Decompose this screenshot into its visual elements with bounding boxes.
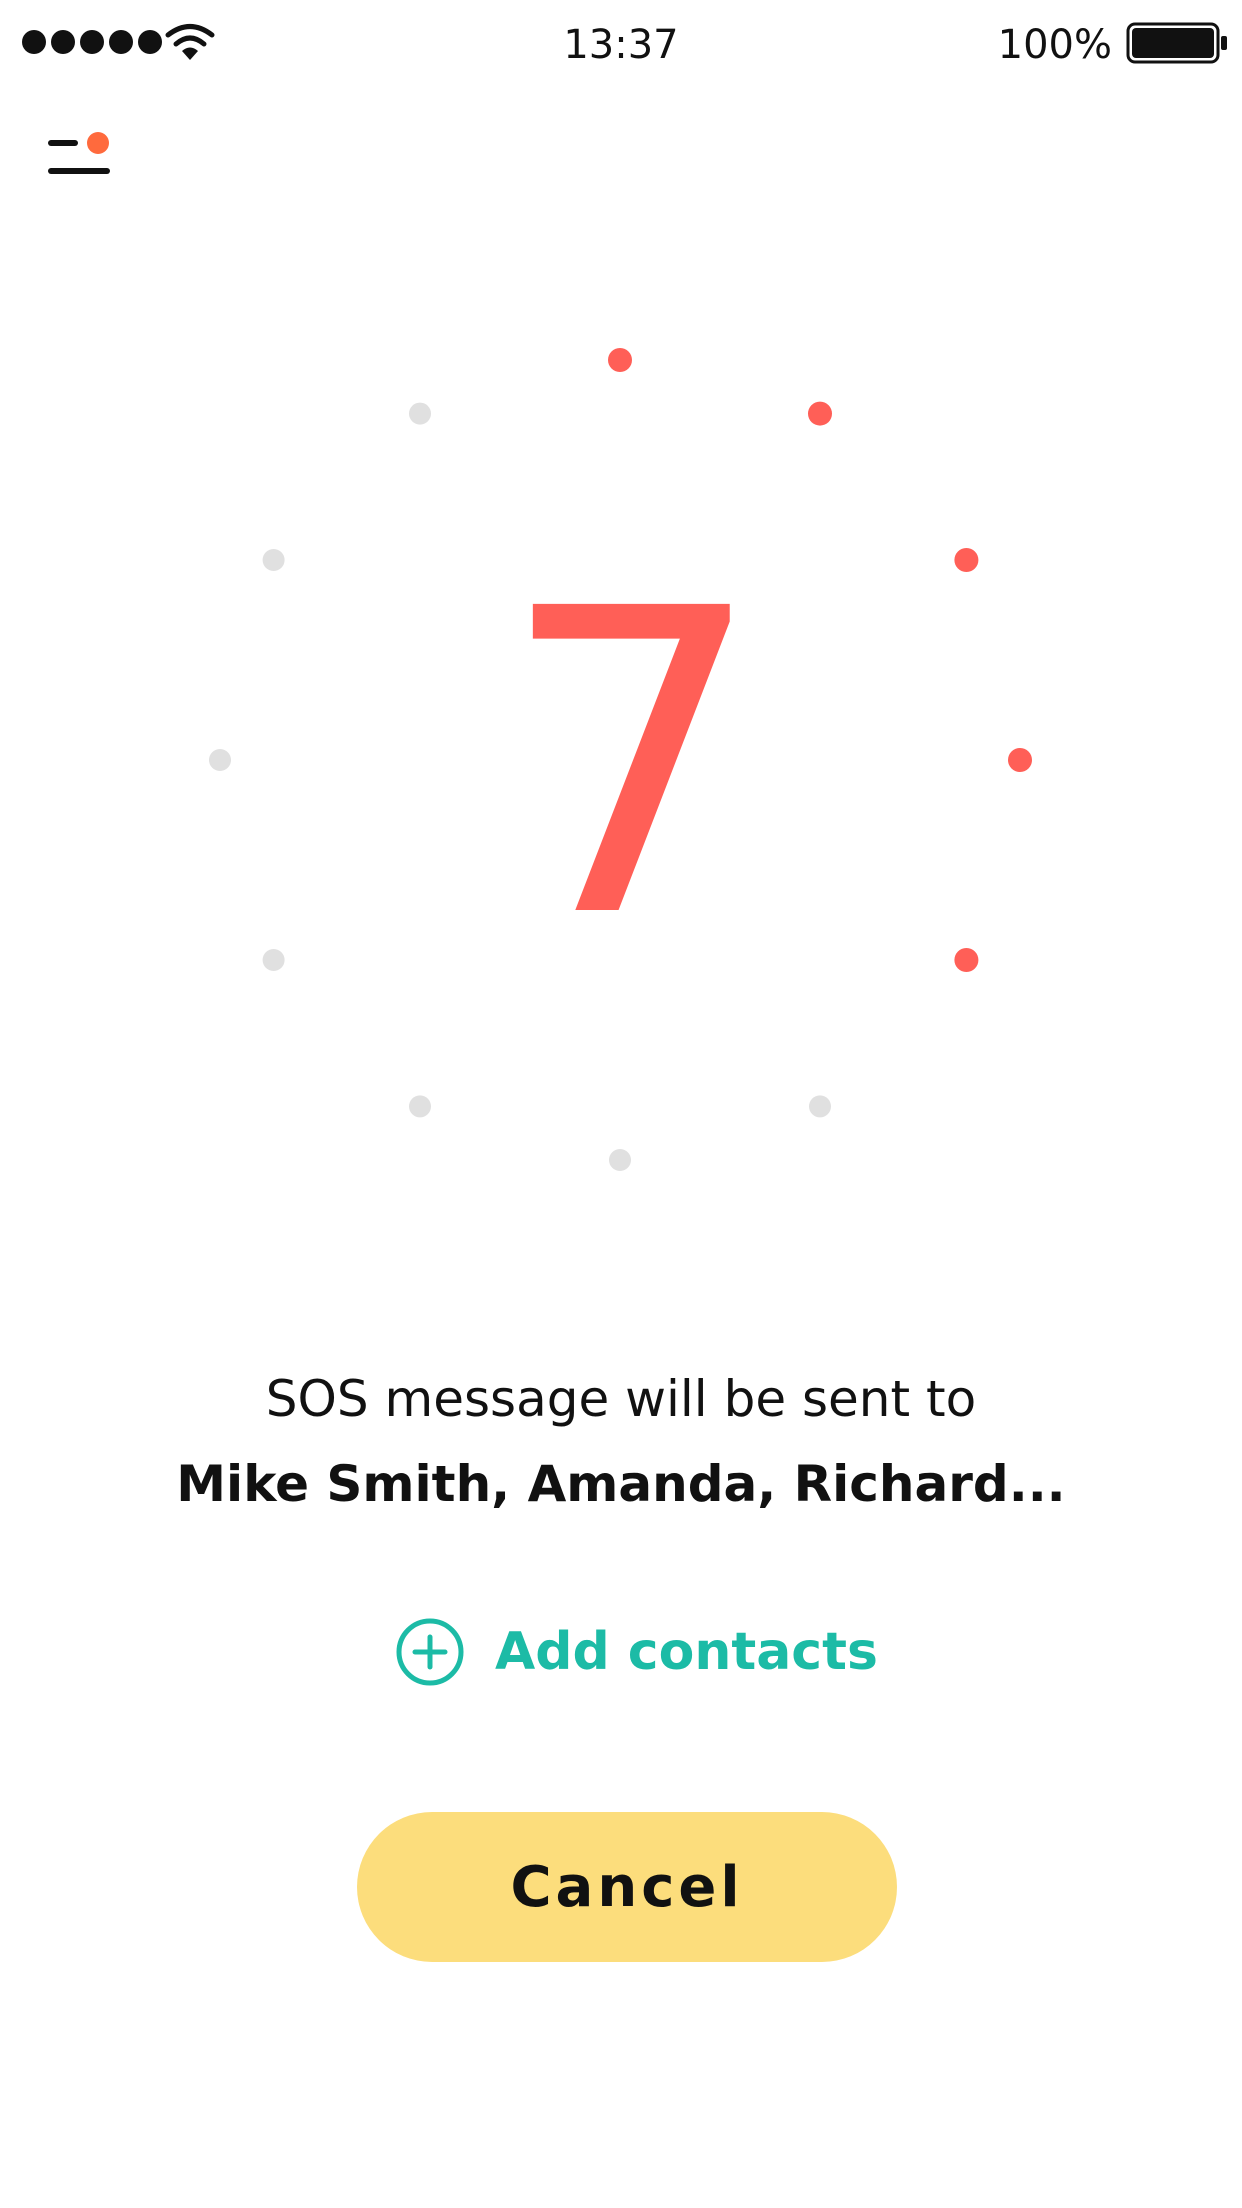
add-contacts-button[interactable]: Add contacts: [395, 1612, 878, 1692]
countdown-dot-inactive: [262, 549, 285, 571]
add-contacts-label: Add contacts: [495, 1622, 878, 1682]
countdown-ring: 7: [209, 348, 1032, 1171]
countdown-number: 7: [498, 521, 765, 1010]
countdown-dot-inactive: [409, 402, 431, 425]
countdown-dot-active: [808, 401, 832, 426]
plus-circle-icon: [396, 1618, 464, 1686]
countdown-dot-active: [608, 348, 632, 372]
countdown-dot-inactive: [409, 1095, 431, 1118]
sos-message-text: SOS message will be sent to: [265, 1370, 977, 1428]
cancel-button[interactable]: Cancel: [357, 1812, 897, 1962]
countdown-dot-active: [1008, 748, 1032, 772]
sos-recipients: Mike Smith, Amanda, Richard...: [176, 1455, 1066, 1513]
countdown-dot-inactive: [262, 949, 285, 971]
countdown-dot-inactive: [809, 1095, 831, 1118]
countdown-dot-active: [954, 548, 979, 572]
countdown-dot-inactive: [209, 749, 231, 771]
countdown-dot-inactive: [609, 1149, 631, 1171]
countdown-dot-active: [954, 948, 979, 972]
